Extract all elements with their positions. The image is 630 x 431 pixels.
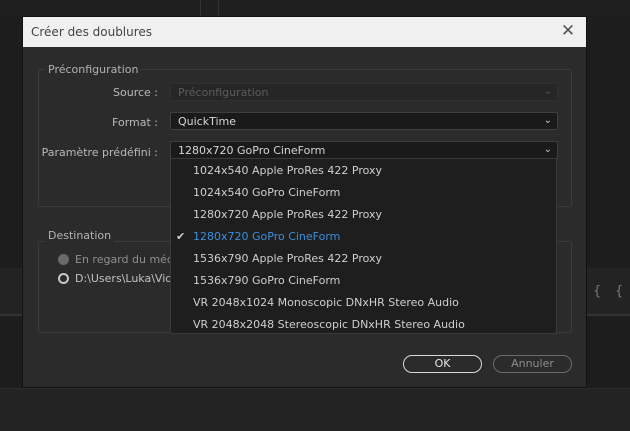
preset-option-label: 1024x540 GoPro CineForm <box>193 186 341 199</box>
preset-select[interactable]: 1280x720 GoPro CineForm ⌄ <box>170 141 558 159</box>
format-label: Format : <box>112 116 158 129</box>
checkmark-icon: ✔ <box>176 230 186 243</box>
preset-option[interactable]: 1536x790 Apple ProRes 422 Proxy <box>171 248 556 270</box>
chevron-down-icon: ⌄ <box>543 86 552 97</box>
preset-dropdown-list: 1024x540 Apple ProRes 422 Proxy 1024x540 … <box>170 158 557 334</box>
close-icon[interactable]: ✕ <box>558 21 578 41</box>
preconfiguration-legend: Préconfiguration <box>45 63 142 76</box>
custom-path-radio[interactable] <box>58 273 69 284</box>
preset-option-label: 1280x720 Apple ProRes 422 Proxy <box>193 208 383 221</box>
beside-media-label: En regard du média <box>75 253 170 266</box>
chevron-down-icon: ⌄ <box>543 144 552 155</box>
beside-media-radio[interactable] <box>58 254 69 265</box>
preset-option[interactable]: 1280x720 Apple ProRes 422 Proxy <box>171 204 556 226</box>
preset-option[interactable]: 1024x540 Apple ProRes 422 Proxy <box>171 160 556 182</box>
preset-option-label: VR 2048x1024 Monoscopic DNxHR Stereo Aud… <box>193 296 459 309</box>
background-app-top <box>0 0 630 16</box>
dialog-titlebar: Créer des doublures ✕ <box>23 17 586 47</box>
custom-path-value: D:\Users\Luka\Vidé <box>75 272 170 285</box>
brace-icon: { <box>593 284 602 299</box>
source-select[interactable]: Préconfiguration ⌄ <box>170 83 558 101</box>
preset-option-label: 1280x720 GoPro CineForm <box>193 230 341 243</box>
preset-option-label: 1024x540 Apple ProRes 422 Proxy <box>193 164 383 177</box>
source-value: Préconfiguration <box>178 86 269 99</box>
preset-option[interactable]: VR 2048x2048 Stereoscopic DNxHR Stereo A… <box>171 314 556 336</box>
preset-label: Paramètre prédéfini : <box>41 146 158 159</box>
chevron-down-icon: ⌄ <box>543 115 552 126</box>
preset-option[interactable]: VR 2048x1024 Monoscopic DNxHR Stereo Aud… <box>171 292 556 314</box>
background-app-bottom <box>0 388 630 431</box>
destination-legend: Destination <box>45 229 115 242</box>
format-select[interactable]: QuickTime ⌄ <box>170 112 558 130</box>
preset-option[interactable]: ✔ 1280x720 GoPro CineForm <box>171 226 556 248</box>
background-divider <box>200 0 201 16</box>
preset-option[interactable]: 1536x790 GoPro CineForm <box>171 270 556 292</box>
dialog-title: Créer des doublures <box>31 25 153 39</box>
preset-option-label: VR 2048x2048 Stereoscopic DNxHR Stereo A… <box>193 318 465 331</box>
background-divider <box>0 314 22 316</box>
preset-value: 1280x720 GoPro CineForm <box>178 144 326 157</box>
cancel-button[interactable]: Annuler <box>493 355 572 373</box>
background-divider <box>587 314 630 316</box>
preset-option-label: 1536x790 Apple ProRes 422 Proxy <box>193 252 383 265</box>
source-label: Source : <box>113 86 158 99</box>
brace-icon: { <box>615 284 624 299</box>
background-panel-left <box>0 268 22 314</box>
background-divider <box>218 0 219 16</box>
preset-option[interactable]: 1024x540 GoPro CineForm <box>171 182 556 204</box>
ok-button[interactable]: OK <box>403 355 482 373</box>
format-value: QuickTime <box>178 115 237 128</box>
preset-option-label: 1536x790 GoPro CineForm <box>193 274 341 287</box>
